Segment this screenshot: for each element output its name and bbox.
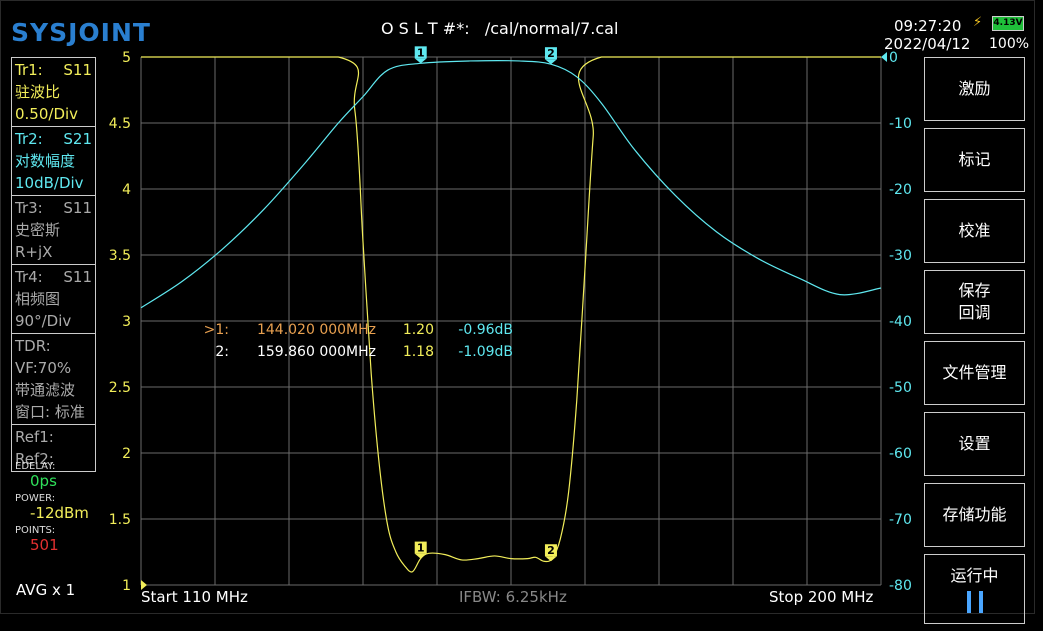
stimulus-button[interactable]: 激励 [924, 57, 1025, 121]
marker-button[interactable]: 标记 [924, 128, 1025, 192]
right-axis-tick: -50 [889, 380, 912, 396]
run-pause-button[interactable]: 运行中 [924, 554, 1025, 624]
key-label: 校准 [958, 221, 991, 240]
right-axis-tick: -40 [889, 314, 912, 330]
file-manager-button[interactable]: 文件管理 [924, 341, 1025, 405]
right-axis-tick: -20 [889, 182, 912, 198]
left-axis-tick: 1 [122, 578, 131, 594]
marker-readout-db: -1.09dB [458, 344, 513, 360]
marker-readout-vswr: 1.18 [403, 344, 434, 360]
calibrate-button[interactable]: 校准 [924, 199, 1025, 263]
right-axis-tick: -10 [889, 116, 912, 132]
key-label: 存储功能 [942, 505, 1007, 524]
right-axis-tick: -30 [889, 248, 912, 264]
key-label: 保存 [958, 281, 991, 300]
right-ref-arrow [881, 52, 887, 62]
right-axis-tick: 0 [889, 50, 898, 66]
key-label: 运行中 [950, 566, 999, 585]
key-label: 激励 [958, 79, 991, 98]
start-frequency[interactable]: Start 110 MHz [141, 588, 248, 606]
marker-number: 1 [417, 46, 425, 59]
ifbw-label[interactable]: IFBW: 6.25kHz [459, 588, 567, 606]
marker-number: 2 [547, 47, 555, 60]
left-axis-tick: 2 [122, 446, 131, 462]
marker-readout-vswr: 1.20 [403, 322, 434, 338]
marker-readout-prefix: 2: [215, 344, 229, 360]
marker-readout-prefix: >1: [204, 322, 229, 338]
left-axis-tick: 4.5 [109, 116, 131, 132]
key-label: 文件管理 [942, 363, 1007, 382]
marker-readout-frequency: 144.020 000MHz [257, 322, 376, 338]
left-axis-tick: 1.5 [109, 512, 131, 528]
left-axis-tick: 2.5 [109, 380, 131, 396]
left-axis-tick: 3.5 [109, 248, 131, 264]
marker-number: 2 [547, 544, 555, 557]
stop-frequency[interactable]: Stop 200 MHz [769, 588, 873, 606]
key-label: 设置 [958, 434, 991, 453]
left-axis-tick: 3 [122, 314, 131, 330]
right-axis-tick: -70 [889, 512, 912, 528]
measurement-plot[interactable]: 5 4.5 4 3.5 3 2.5 2 1.5 1 0 -10 -20 -30 -40 -50 -60 -70 -… [1, 1, 1034, 613]
left-axis-tick: 4 [122, 182, 131, 198]
storage-button[interactable]: 存储功能 [924, 483, 1025, 547]
marker-readout-frequency: 159.860 000MHz [257, 344, 376, 360]
right-axis-tick: -60 [889, 446, 912, 462]
key-label: 回调 [958, 303, 991, 322]
settings-button[interactable]: 设置 [924, 412, 1025, 476]
marker-number: 1 [417, 542, 425, 555]
marker-readout-db: -0.96dB [458, 322, 513, 338]
pause-icon [966, 591, 983, 613]
right-axis-tick: -80 [889, 578, 912, 594]
left-axis-tick: 5 [122, 50, 131, 66]
save-recall-button[interactable]: 保存 回调 [924, 270, 1025, 334]
softkey-menu: 激励 标记 校准 保存回调 文件管理 设置 存储功能 运行中 [924, 57, 1025, 631]
instrument-screen: SYSJOINT O S L T #*: /cal/normal/7.cal ⚡… [0, 0, 1035, 624]
key-label: 标记 [958, 150, 991, 169]
